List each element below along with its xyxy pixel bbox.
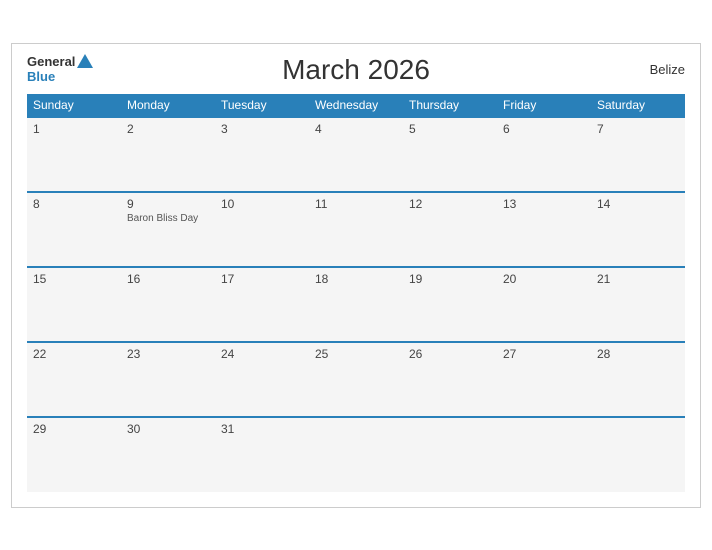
calendar-week-row: 29 30 31 [27, 417, 685, 492]
day-number: 10 [221, 197, 303, 211]
weekday-monday: Monday [121, 94, 215, 117]
day-number: 3 [221, 122, 303, 136]
day-number: 29 [33, 422, 115, 436]
calendar-day-cell: 16 [121, 267, 215, 342]
calendar-week-row: 15 16 17 18 19 20 21 [27, 267, 685, 342]
weekday-saturday: Saturday [591, 94, 685, 117]
calendar-day-cell: 26 [403, 342, 497, 417]
logo-blue-text: Blue [27, 69, 55, 85]
day-number: 7 [597, 122, 679, 136]
calendar-day-cell: 5 [403, 117, 497, 192]
day-number: 4 [315, 122, 397, 136]
calendar-day-cell: 25 [309, 342, 403, 417]
calendar-day-cell: 7 [591, 117, 685, 192]
day-number: 19 [409, 272, 491, 286]
calendar-week-row: 1234567 [27, 117, 685, 192]
calendar-day-cell: 27 [497, 342, 591, 417]
weekday-friday: Friday [497, 94, 591, 117]
logo-general-text: General [27, 54, 75, 70]
day-number: 15 [33, 272, 115, 286]
calendar-day-cell: 6 [497, 117, 591, 192]
day-number: 8 [33, 197, 115, 211]
calendar-day-cell: 30 [121, 417, 215, 492]
day-number: 25 [315, 347, 397, 361]
calendar-day-cell: 19 [403, 267, 497, 342]
calendar-day-cell: 23 [121, 342, 215, 417]
calendar-day-cell: 12 [403, 192, 497, 267]
calendar-day-cell: 10 [215, 192, 309, 267]
day-number: 2 [127, 122, 209, 136]
day-number: 20 [503, 272, 585, 286]
day-number: 17 [221, 272, 303, 286]
calendar-day-cell [309, 417, 403, 492]
weekday-tuesday: Tuesday [215, 94, 309, 117]
day-number: 28 [597, 347, 679, 361]
calendar-day-cell: 29 [27, 417, 121, 492]
logo-triangle-icon [77, 54, 93, 68]
calendar-day-cell: 15 [27, 267, 121, 342]
event-label: Baron Bliss Day [127, 213, 209, 224]
day-number: 27 [503, 347, 585, 361]
day-number: 21 [597, 272, 679, 286]
calendar-day-cell: 28 [591, 342, 685, 417]
calendar-week-row: 22 23 24 25 26 27 28 [27, 342, 685, 417]
calendar-day-cell: 4 [309, 117, 403, 192]
calendar-day-cell: 1 [27, 117, 121, 192]
day-number: 11 [315, 197, 397, 211]
weekday-sunday: Sunday [27, 94, 121, 117]
weekday-thursday: Thursday [403, 94, 497, 117]
calendar-day-cell: 31 [215, 417, 309, 492]
day-number: 9 [127, 197, 209, 211]
day-number: 26 [409, 347, 491, 361]
calendar-day-cell: 24 [215, 342, 309, 417]
calendar-title: March 2026 [282, 54, 430, 86]
calendar-week-row: 89 Baron Bliss Day 10 11 12 13 14 [27, 192, 685, 267]
day-number: 22 [33, 347, 115, 361]
calendar-day-cell: 2 [121, 117, 215, 192]
calendar-day-cell: 9 Baron Bliss Day [121, 192, 215, 267]
calendar-day-cell: 22 [27, 342, 121, 417]
calendar-day-cell: 20 [497, 267, 591, 342]
day-number: 6 [503, 122, 585, 136]
calendar-day-cell: 14 [591, 192, 685, 267]
calendar-header: General Blue March 2026 Belize [27, 54, 685, 86]
day-number: 23 [127, 347, 209, 361]
logo: General Blue [27, 54, 93, 85]
day-number: 13 [503, 197, 585, 211]
calendar-container: General Blue March 2026 Belize Sunday Mo… [11, 43, 701, 508]
country-label: Belize [650, 62, 685, 77]
day-number: 12 [409, 197, 491, 211]
calendar-day-cell: 17 [215, 267, 309, 342]
weekday-wednesday: Wednesday [309, 94, 403, 117]
day-number: 31 [221, 422, 303, 436]
calendar-day-cell: 21 [591, 267, 685, 342]
day-number: 16 [127, 272, 209, 286]
day-number: 5 [409, 122, 491, 136]
calendar-day-cell [591, 417, 685, 492]
day-number: 24 [221, 347, 303, 361]
calendar-day-cell [497, 417, 591, 492]
calendar-day-cell: 18 [309, 267, 403, 342]
calendar-day-cell: 11 [309, 192, 403, 267]
calendar-day-cell [403, 417, 497, 492]
calendar-grid: Sunday Monday Tuesday Wednesday Thursday… [27, 94, 685, 492]
day-number: 1 [33, 122, 115, 136]
calendar-day-cell: 8 [27, 192, 121, 267]
calendar-header-row: Sunday Monday Tuesday Wednesday Thursday… [27, 94, 685, 117]
calendar-body: 123456789Baron Bliss Day1011121314151617… [27, 117, 685, 492]
day-number: 14 [597, 197, 679, 211]
day-number: 18 [315, 272, 397, 286]
day-number: 30 [127, 422, 209, 436]
calendar-day-cell: 13 [497, 192, 591, 267]
calendar-day-cell: 3 [215, 117, 309, 192]
